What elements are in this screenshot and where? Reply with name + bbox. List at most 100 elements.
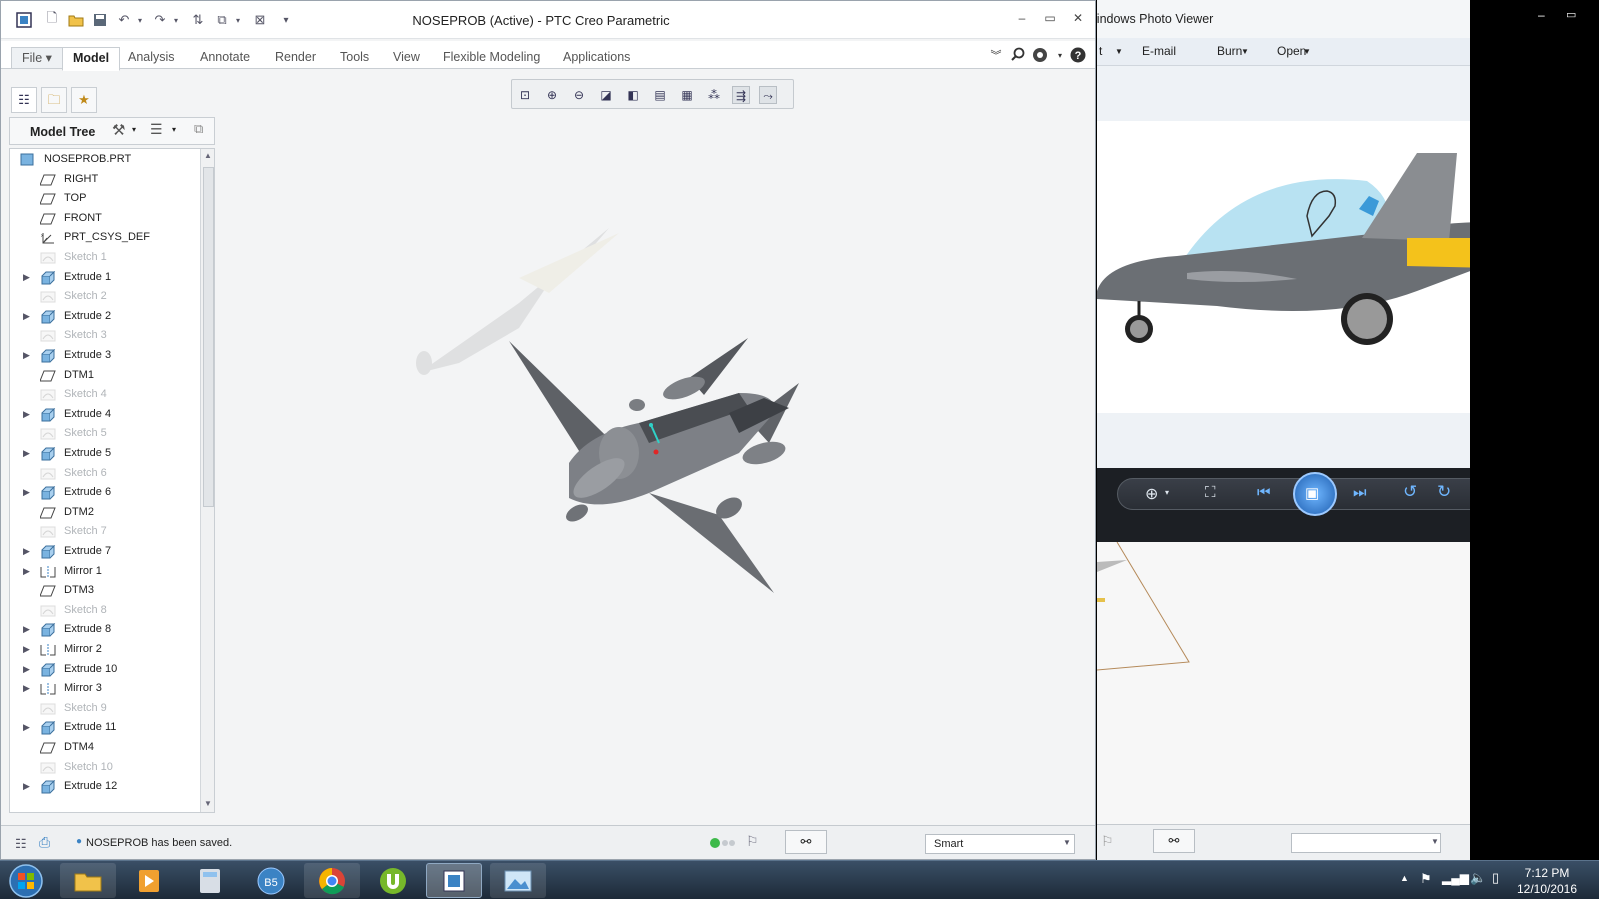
zoom-out-icon[interactable]: ⊖ bbox=[570, 86, 588, 104]
pv-filter-select[interactable] bbox=[1291, 833, 1441, 853]
bg-maximize-button[interactable]: ▭ bbox=[1566, 8, 1576, 21]
tree-item[interactable]: ▶ Extrude 5 bbox=[10, 443, 198, 463]
tree-item[interactable]: RIGHT bbox=[10, 169, 198, 189]
volume-icon[interactable]: 🔈 bbox=[1470, 870, 1486, 886]
folder-browser-tab-icon[interactable]: 🗀 bbox=[41, 87, 67, 113]
chrome-icon[interactable] bbox=[304, 863, 360, 898]
expand-arrow-icon[interactable]: ▶ bbox=[23, 541, 33, 561]
expand-arrow-icon[interactable]: ▶ bbox=[23, 678, 33, 698]
tree-item[interactable]: DTM2 bbox=[10, 502, 198, 522]
tree-item[interactable]: ▶ Extrude 1 bbox=[10, 267, 198, 287]
network-icon[interactable]: ▂▄▆ bbox=[1442, 871, 1469, 885]
tree-item[interactable]: Sketch 7 bbox=[10, 521, 198, 541]
selection-filter-select[interactable]: Smart bbox=[925, 834, 1075, 854]
selection-filter-dropdown-icon[interactable]: ▼ bbox=[1063, 838, 1071, 847]
repaint-icon[interactable]: ◪ bbox=[597, 86, 615, 104]
photo-viewer-icon[interactable] bbox=[490, 863, 546, 898]
community-dropdown-icon[interactable]: ▾ bbox=[1051, 47, 1069, 65]
tab-tools[interactable]: Tools bbox=[330, 47, 379, 69]
tree-item[interactable]: ▶ Mirror 1 bbox=[10, 561, 198, 581]
show-dropdown-icon[interactable]: ▾ bbox=[172, 125, 176, 134]
rotate-cw-icon[interactable]: ↻ bbox=[1437, 482, 1451, 502]
menu-item-partial[interactable]: t bbox=[1099, 44, 1102, 58]
tab-model[interactable]: Model bbox=[62, 47, 121, 71]
tree-item[interactable]: Sketch 9 bbox=[10, 698, 198, 718]
tab-annotate[interactable]: Annotate bbox=[190, 47, 260, 69]
tree-item[interactable]: DTM4 bbox=[10, 737, 198, 757]
tree-item[interactable]: Sketch 10 bbox=[10, 757, 198, 777]
creo-icon[interactable] bbox=[426, 863, 482, 898]
tree-item[interactable]: Sketch 3 bbox=[10, 325, 198, 345]
previous-icon[interactable]: ⏮ bbox=[1257, 484, 1271, 501]
find-binoculars-icon[interactable]: ⚯ bbox=[785, 830, 827, 854]
expand-arrow-icon[interactable]: ▶ bbox=[23, 561, 33, 581]
minimize-button[interactable]: – bbox=[1011, 11, 1033, 29]
open-folder-icon[interactable] bbox=[67, 11, 85, 29]
flag-icon[interactable]: ⚐ bbox=[746, 833, 759, 850]
close-window-icon[interactable]: ⊠ bbox=[251, 11, 269, 29]
refit-icon[interactable]: ⊡ bbox=[516, 86, 534, 104]
expand-arrow-icon[interactable]: ▶ bbox=[23, 345, 33, 365]
expand-arrow-icon[interactable]: ▶ bbox=[23, 619, 33, 639]
undo-dropdown-icon[interactable]: ▾ bbox=[131, 11, 149, 29]
tree-item[interactable]: ▶ Mirror 3 bbox=[10, 678, 198, 698]
tree-item[interactable]: DTM1 bbox=[10, 365, 198, 385]
tree-settings-dropdown-icon[interactable]: ▾ bbox=[132, 125, 136, 134]
tab-render[interactable]: Render bbox=[265, 47, 326, 69]
expand-arrow-icon[interactable]: ▶ bbox=[23, 639, 33, 659]
calculator-icon[interactable] bbox=[182, 863, 238, 898]
tree-item[interactable]: ▶ Extrude 12 bbox=[10, 776, 198, 796]
tree-item[interactable]: TOP bbox=[10, 188, 198, 208]
windows-dropdown-icon[interactable]: ▾ bbox=[229, 11, 247, 29]
search-icon[interactable] bbox=[1009, 47, 1027, 65]
menu-item-open[interactable]: Open bbox=[1277, 44, 1306, 58]
explorer-icon[interactable] bbox=[60, 863, 116, 898]
tab-applications[interactable]: Applications bbox=[553, 47, 640, 69]
next-icon[interactable]: ⏭ bbox=[1353, 484, 1367, 501]
tab-file[interactable]: File ▾ bbox=[11, 47, 63, 69]
tree-item[interactable]: ▶ Extrude 7 bbox=[10, 541, 198, 561]
zoom-in-icon[interactable]: ⊕ bbox=[543, 86, 561, 104]
maximize-button[interactable]: ▭ bbox=[1039, 11, 1061, 29]
spin-center-icon[interactable]: ⤳ bbox=[759, 86, 777, 104]
tree-item[interactable]: Sketch 5 bbox=[10, 423, 198, 443]
bg-minimize-button[interactable]: – bbox=[1538, 8, 1545, 22]
model-tree-tab-icon[interactable]: ☷ bbox=[11, 87, 37, 113]
scroll-up-icon[interactable]: ▲ bbox=[204, 151, 212, 160]
tree-item[interactable]: Sketch 4 bbox=[10, 384, 198, 404]
tree-item[interactable]: ▶ Extrude 6 bbox=[10, 482, 198, 502]
saved-orientations-icon[interactable]: ▤ bbox=[651, 86, 669, 104]
tree-settings-icon[interactable]: ⚒ bbox=[112, 121, 125, 139]
tab-view[interactable]: View bbox=[383, 47, 430, 69]
actual-size-icon[interactable]: ⛶ bbox=[1205, 484, 1216, 501]
taskbar-clock[interactable]: 7:12 PM 12/10/2016 bbox=[1512, 865, 1582, 897]
tree-item[interactable]: Sketch 8 bbox=[10, 600, 198, 620]
show-browser-icon[interactable]: ⎙ bbox=[39, 834, 50, 851]
new-file-icon[interactable]: 🗋 bbox=[43, 10, 61, 29]
b5-app-icon[interactable]: B5 bbox=[243, 863, 299, 898]
tree-item[interactable]: Sketch 2 bbox=[10, 286, 198, 306]
zoom-icon[interactable]: ⊕ bbox=[1145, 484, 1158, 504]
expand-arrow-icon[interactable]: ▶ bbox=[23, 659, 33, 679]
favorites-tab-icon[interactable]: ★ bbox=[71, 87, 97, 113]
expand-arrow-icon[interactable]: ▶ bbox=[23, 776, 33, 796]
regeneration-status-icon[interactable] bbox=[709, 836, 737, 853]
redo-dropdown-icon[interactable]: ▾ bbox=[167, 11, 185, 29]
tree-item[interactable]: ▶ Extrude 4 bbox=[10, 404, 198, 424]
tree-item[interactable]: ▶ Extrude 10 bbox=[10, 659, 198, 679]
rotate-ccw-icon[interactable]: ↺ bbox=[1403, 482, 1417, 502]
tree-item[interactable]: ▶ Extrude 3 bbox=[10, 345, 198, 365]
tab-analysis[interactable]: Analysis bbox=[118, 47, 185, 69]
pv-binoculars-icon[interactable]: ⚯ bbox=[1153, 829, 1195, 853]
datum-display-filters-icon[interactable]: ⁂ bbox=[705, 86, 723, 104]
scrollbar-thumb[interactable] bbox=[203, 167, 214, 507]
tab-flexible-modeling[interactable]: Flexible Modeling bbox=[433, 47, 550, 69]
open-dropdown-icon[interactable]: ▼ bbox=[1303, 47, 1311, 56]
close-button[interactable]: ✕ bbox=[1067, 11, 1089, 29]
community-icon[interactable] bbox=[1031, 47, 1049, 65]
menu-item-email[interactable]: E-mail bbox=[1142, 44, 1176, 58]
expand-arrow-icon[interactable]: ▶ bbox=[23, 482, 33, 502]
power-icon[interactable]: ▯ bbox=[1492, 870, 1499, 886]
tree-item[interactable]: ▶ Extrude 8 bbox=[10, 619, 198, 639]
minimize-ribbon-icon[interactable]: ︾ bbox=[987, 47, 1005, 65]
